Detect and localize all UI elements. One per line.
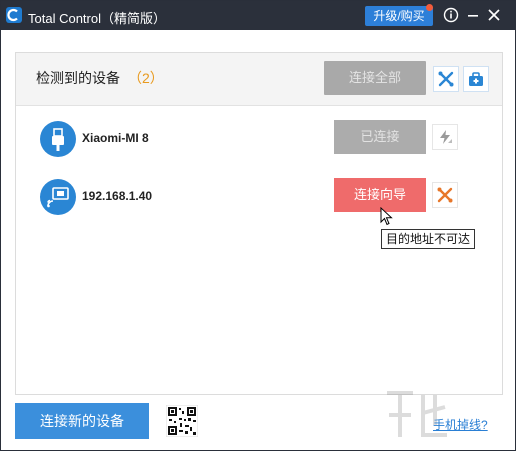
watermark-logo-icon — [383, 385, 503, 445]
usb-icon — [40, 121, 76, 157]
device-name: 192.168.1.40 — [82, 189, 153, 203]
device-panel: 检测到的设备 （2） 连接全部 Xiaomi-MI 8 已连接 192.168.… — [15, 52, 503, 395]
wifi-cast-icon — [40, 179, 76, 215]
minimize-icon[interactable] — [464, 6, 482, 24]
phone-disconnected-link[interactable]: 手机掉线? — [433, 416, 488, 433]
detected-devices-count: （2） — [128, 70, 164, 86]
toolbox-icon[interactable] — [463, 66, 489, 92]
device-row: 192.168.1.40 连接向导 — [16, 171, 502, 221]
info-icon[interactable] — [442, 6, 460, 24]
device-row: Xiaomi-MI 8 已连接 — [16, 113, 502, 163]
detected-devices-label: 检测到的设备 — [36, 70, 120, 86]
connected-button[interactable]: 已连接 — [334, 120, 426, 154]
close-icon[interactable] — [485, 6, 503, 24]
app-window: Total Control（精简版） 升级/购买 检测到的设备 （2） 连接全部 — [0, 0, 516, 451]
tools-icon[interactable] — [433, 66, 459, 92]
tools-icon[interactable] — [432, 182, 458, 208]
mouse-cursor-icon — [380, 206, 394, 227]
tooltip: 目的地址不可达 — [381, 229, 476, 249]
upgrade-buy-button[interactable]: 升级/购买 — [365, 6, 433, 26]
panel-header: 检测到的设备 （2） 连接全部 — [16, 53, 502, 106]
connect-new-device-button[interactable]: 连接新的设备 — [15, 403, 149, 439]
connect-all-button[interactable]: 连接全部 — [324, 61, 426, 95]
notification-dot — [426, 4, 433, 11]
qr-code-icon[interactable] — [165, 404, 199, 438]
window-title: Total Control（精简版） — [28, 11, 166, 26]
lightning-icon[interactable] — [432, 124, 458, 150]
app-logo-icon — [6, 7, 22, 23]
title-bar: Total Control（精简版） 升级/购买 — [1, 1, 515, 30]
device-name: Xiaomi-MI 8 — [82, 131, 149, 145]
